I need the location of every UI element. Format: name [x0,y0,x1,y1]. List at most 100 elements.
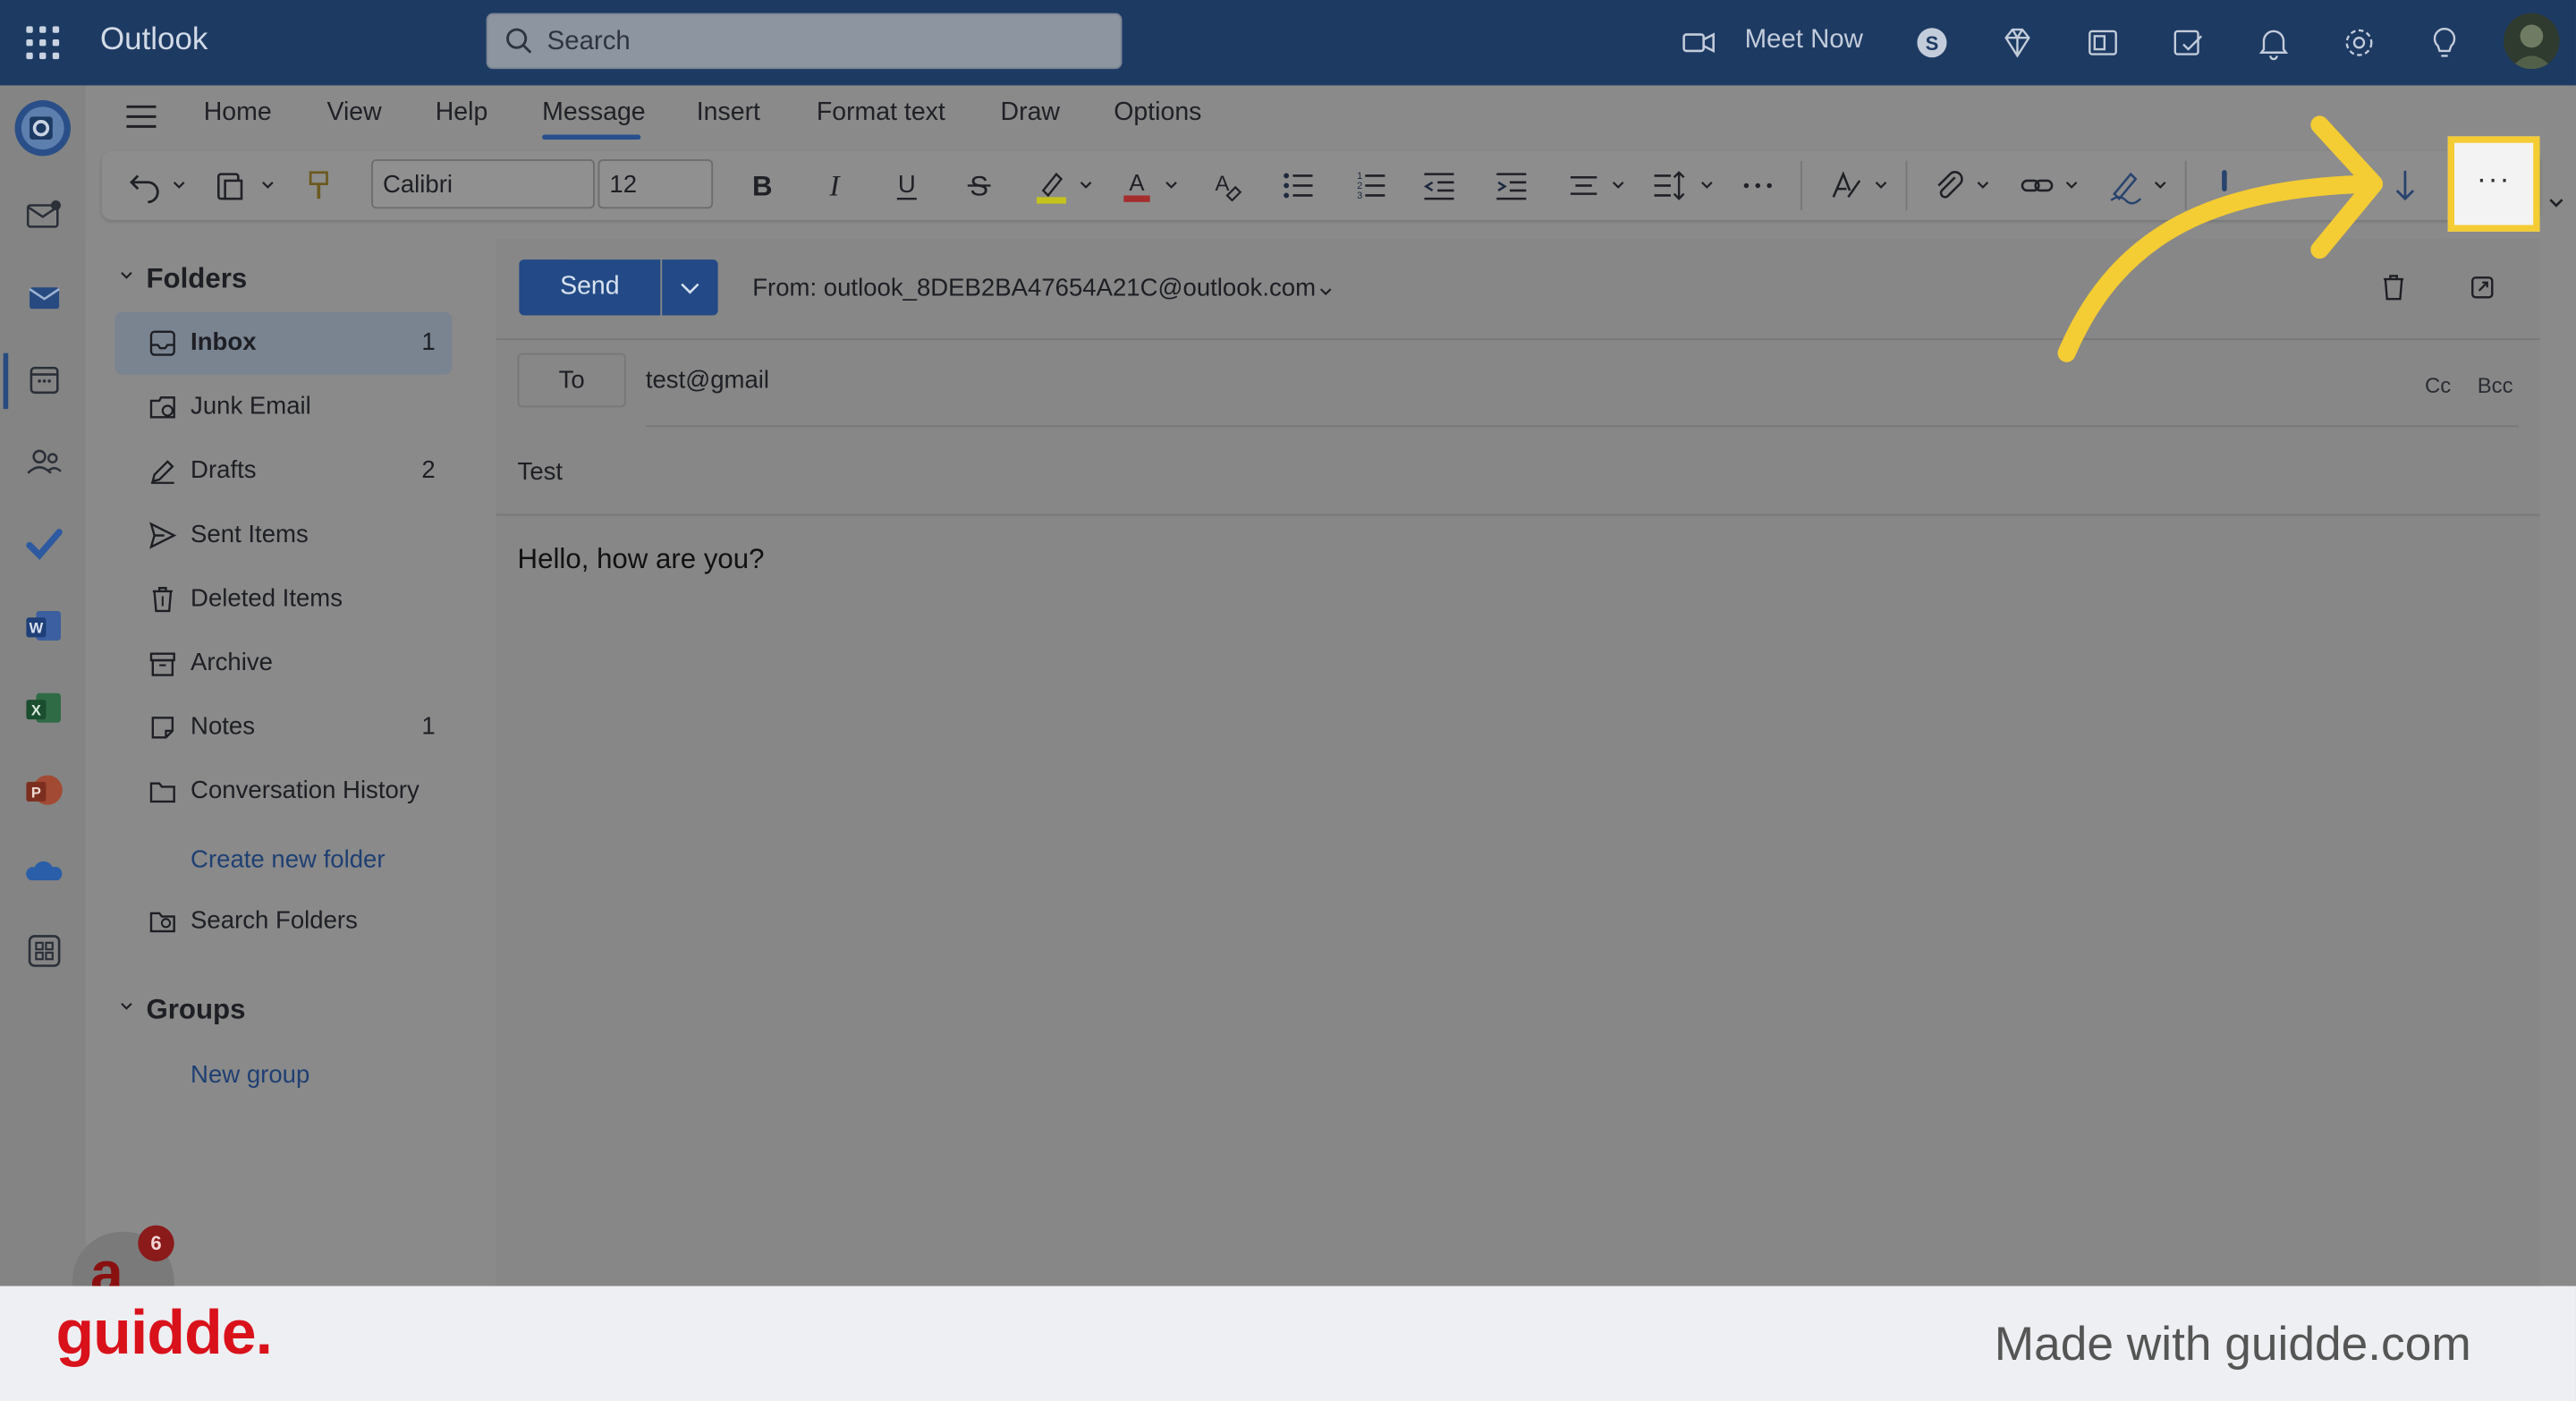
app-launcher-icon[interactable] [26,26,60,60]
tab-draw[interactable]: Draw [1001,98,1060,128]
bcc-button[interactable]: Bcc [2478,373,2513,398]
new-group-link[interactable]: New group [191,1061,309,1089]
toolbar-divider [1801,160,1802,210]
tasks-icon[interactable] [2168,23,2207,63]
paste-clipboard-icon[interactable] [210,166,250,205]
send-button[interactable]: Send [519,259,661,316]
align-icon[interactable] [1564,166,1604,205]
from-selector[interactable]: From: outlook_8DEB2BA47654A21C@outlook.c… [752,275,1316,302]
cc-button[interactable]: Cc [2425,373,2451,398]
tips-lightbulb-icon[interactable] [2425,23,2464,63]
chevron-down-icon[interactable] [1610,177,1626,193]
calendar-icon[interactable] [23,358,66,401]
tab-help[interactable]: Help [436,98,488,128]
strikethrough-icon[interactable]: S [960,166,999,205]
tab-view[interactable]: View [327,98,382,128]
meet-now-button[interactable]: Meet Now [1745,26,1863,55]
item-count: 2 [421,456,436,485]
chevron-down-icon[interactable] [118,998,134,1015]
more-options-button[interactable]: ··· [2447,136,2540,232]
mail-icon[interactable] [23,276,66,318]
line-spacing-icon[interactable] [1649,166,1689,205]
folder-archive[interactable]: Archive [115,633,453,695]
increase-indent-icon[interactable] [1492,166,1531,205]
svg-text:A: A [1129,171,1145,196]
item-count: 1 [421,712,436,741]
subject-field[interactable]: Test [518,458,564,486]
top-bar: Outlook Search Meet Now S [0,0,2576,86]
font-size-select[interactable]: 12 [597,159,714,209]
outlook-app-icon[interactable] [13,98,72,157]
chevron-down-icon[interactable] [1078,177,1094,193]
powerpoint-icon[interactable]: P [23,768,66,811]
attach-paperclip-icon[interactable] [1928,166,1968,205]
groups-header[interactable]: Groups [146,994,245,1027]
more-options-dots: ··· [2476,162,2512,196]
folder-conversation-history[interactable]: Conversation History [115,760,453,823]
tab-home[interactable]: Home [204,98,272,128]
folder-label: Inbox [191,328,257,357]
word-icon[interactable]: W [23,605,66,648]
highlight-pen-icon[interactable] [1031,166,1071,205]
tab-insert[interactable]: Insert [697,98,760,128]
onedrive-cloud-icon[interactable] [23,851,66,894]
numbered-list-icon[interactable]: 123 [1351,166,1390,205]
send-options-dropdown[interactable] [662,259,718,316]
format-painter-icon[interactable] [299,166,338,205]
folder-inbox[interactable]: Inbox 1 [114,311,453,375]
todo-check-icon[interactable] [23,522,66,565]
skype-icon[interactable]: S [1912,23,1952,63]
folder-deleted-items[interactable]: Deleted Items [115,568,453,631]
bold-icon[interactable]: B [742,166,782,205]
folder-notes[interactable]: Notes 1 [115,696,453,759]
font-name-select[interactable]: Calibri [371,159,595,209]
decrease-indent-icon[interactable] [1419,166,1459,205]
chevron-down-icon[interactable] [1873,177,1889,193]
search-box[interactable]: Search [486,13,1123,70]
settings-gear-icon[interactable] [2339,23,2378,63]
bullets-list-icon[interactable] [1278,166,1318,205]
chevron-down-icon[interactable] [1975,177,1991,193]
underline-icon[interactable]: U [887,166,927,205]
tab-message[interactable]: Message [542,98,646,128]
message-body[interactable]: Hello, how are you? [518,544,765,577]
styles-icon[interactable] [1826,166,1866,205]
people-icon[interactable] [23,440,66,483]
app-title[interactable]: Outlook [100,23,208,59]
folder-junk-email[interactable]: Junk Email [115,376,453,438]
more-apps-icon[interactable] [23,930,66,972]
folder-drafts[interactable]: Drafts 2 [115,440,453,503]
chevron-down-icon[interactable] [171,177,187,193]
italic-icon[interactable]: I [815,166,854,205]
toolbar-divider [1905,160,1908,210]
more-formatting-icon[interactable] [1738,166,1777,205]
ribbon-expand-chevron-icon[interactable] [2546,194,2566,214]
pop-out-icon[interactable] [2468,273,2497,302]
premium-diamond-icon[interactable] [1997,23,2037,63]
to-field[interactable]: test@gmail [646,366,769,394]
create-new-folder-link[interactable]: Create new folder [191,845,385,873]
chevron-down-icon[interactable] [118,267,134,284]
chevron-down-icon[interactable] [1318,284,1334,301]
font-color-icon[interactable]: A [1117,166,1157,205]
avatar[interactable] [2504,13,2560,70]
tab-options[interactable]: Options [1114,98,1201,128]
office-icon[interactable] [2083,23,2123,63]
video-camera-icon[interactable] [1679,23,1718,63]
chevron-down-icon[interactable] [1699,177,1715,193]
hamburger-menu-icon[interactable] [125,102,158,132]
tab-format-text[interactable]: Format text [817,98,945,128]
folders-header[interactable]: Folders [146,263,247,296]
folder-search-folders[interactable]: Search Folders [115,890,453,953]
folder-label: Notes [191,712,256,741]
chevron-down-icon[interactable] [259,177,275,193]
divider [496,514,2540,516]
chevron-down-icon[interactable] [1163,177,1179,193]
new-mail-icon[interactable] [23,194,66,237]
clear-formatting-icon[interactable]: A [1206,166,1245,205]
undo-icon[interactable] [125,166,165,205]
notifications-bell-icon[interactable] [2254,23,2293,63]
to-button[interactable]: To [517,352,626,408]
folder-sent-items[interactable]: Sent Items [115,505,453,567]
excel-icon[interactable]: X [23,686,66,729]
